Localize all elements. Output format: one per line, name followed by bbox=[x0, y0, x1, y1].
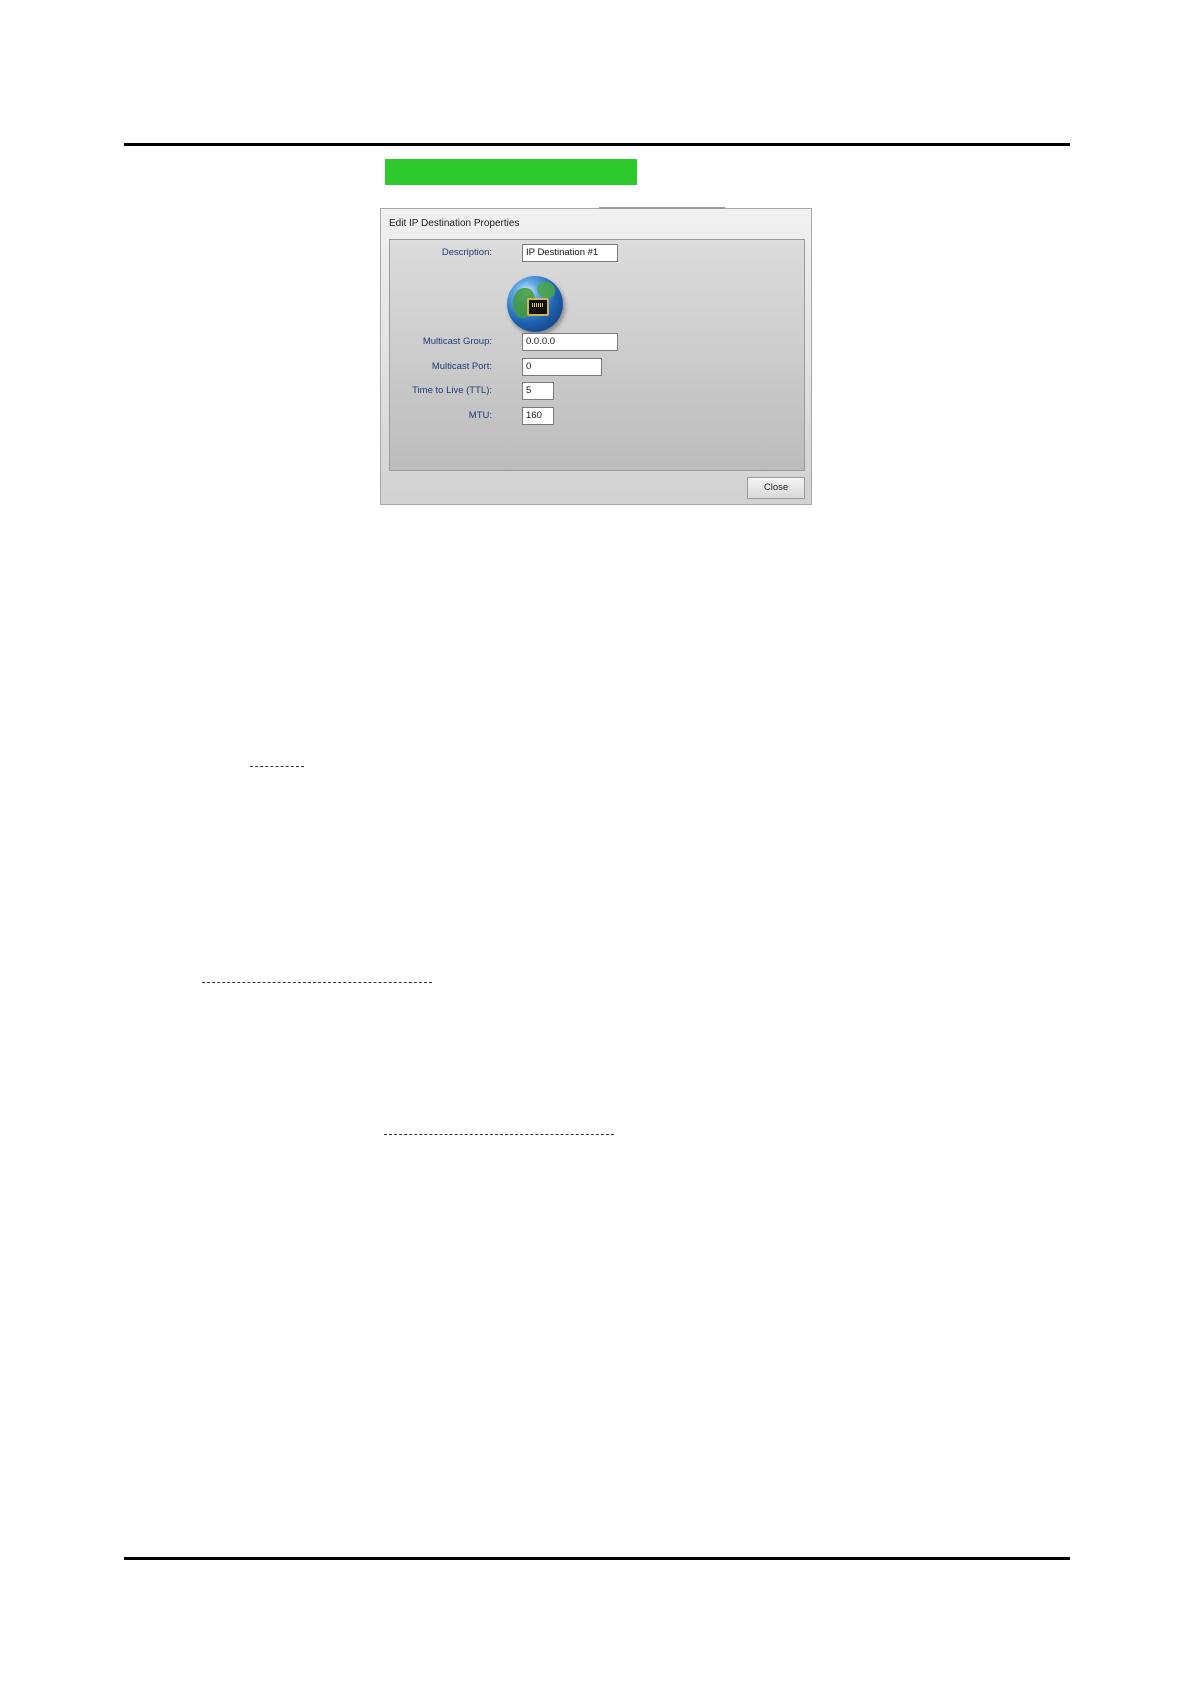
dotted-line bbox=[250, 766, 304, 767]
ttl-field[interactable]: 5 bbox=[522, 382, 554, 400]
dotted-line bbox=[384, 1134, 614, 1135]
description-field[interactable]: IP Destination #1 bbox=[522, 244, 618, 262]
multicast-port-field[interactable]: 0 bbox=[522, 358, 602, 376]
description-label: Description: bbox=[441, 247, 492, 258]
dialog-top-tab bbox=[599, 207, 725, 209]
mtu-label: MTU: bbox=[468, 410, 492, 421]
edit-ip-destination-dialog: Edit IP Destination Properties Descripti… bbox=[380, 207, 812, 505]
close-button[interactable]: Close bbox=[747, 477, 805, 499]
multicast-group-field[interactable]: 0.0.0.0 bbox=[522, 333, 618, 351]
ttl-label: Time to Live (TTL): bbox=[412, 385, 492, 396]
ethernet-port-icon bbox=[527, 298, 549, 316]
multicast-group-label: Multicast Group: bbox=[422, 336, 492, 347]
footer-rule bbox=[124, 1557, 1070, 1560]
properties-panel: Description: IP Destination #1 Multicast… bbox=[389, 239, 805, 471]
mtu-field[interactable]: 160 bbox=[522, 407, 554, 425]
dialog-title: Edit IP Destination Properties bbox=[389, 218, 520, 229]
globe-ethernet-icon bbox=[507, 276, 563, 332]
highlight-bar bbox=[385, 159, 637, 185]
header-rule bbox=[124, 143, 1070, 146]
globe-land-shape bbox=[537, 282, 555, 298]
multicast-port-label: Multicast Port: bbox=[431, 361, 492, 372]
dotted-line bbox=[202, 982, 432, 983]
